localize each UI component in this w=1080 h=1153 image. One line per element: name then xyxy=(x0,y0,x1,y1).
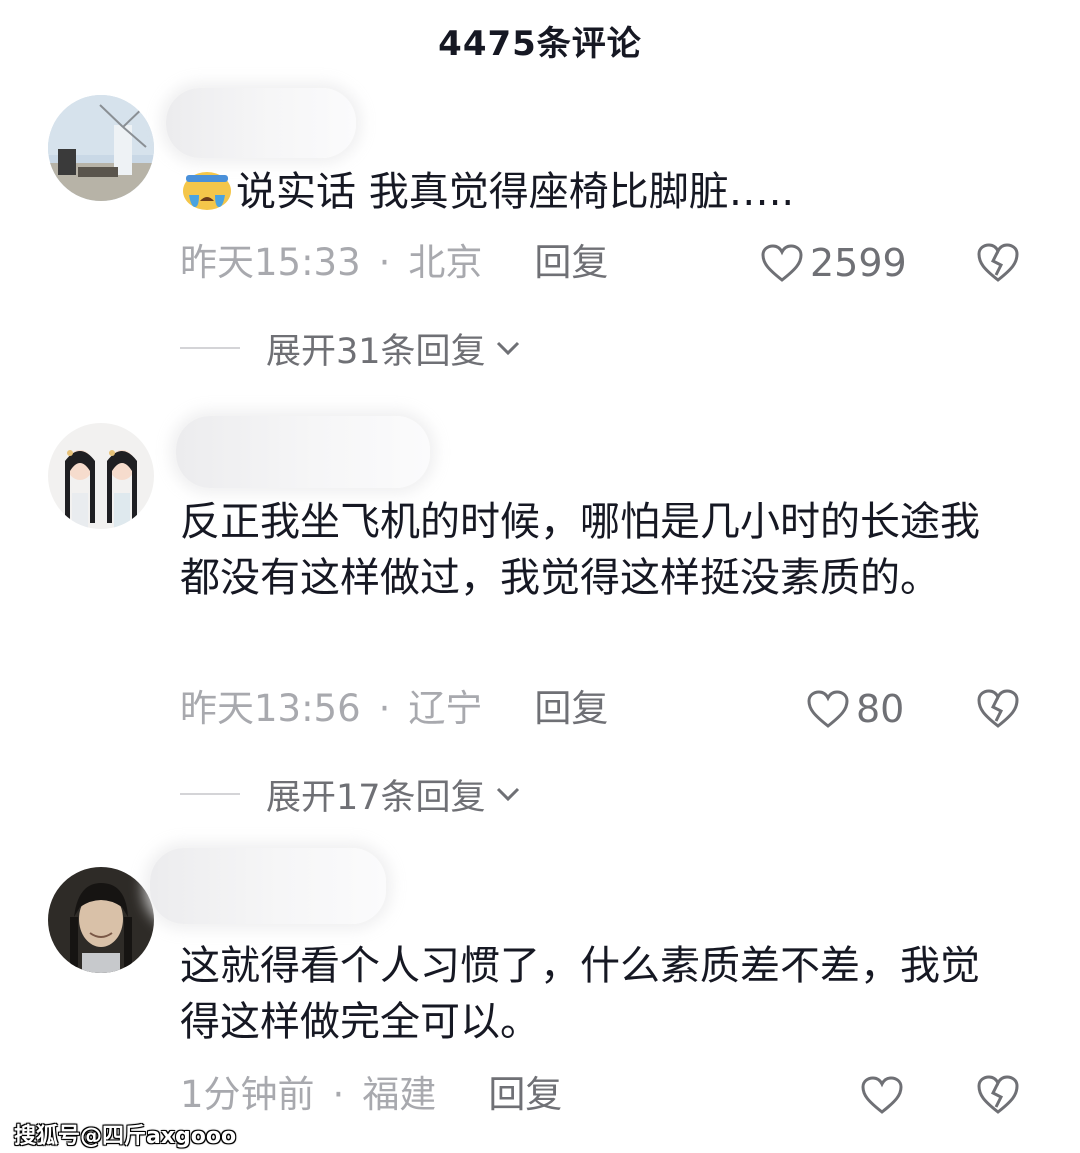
comment-time: 昨天15:33 xyxy=(180,241,361,284)
comment-text: 反正我坐飞机的时候，哪怕是几小时的长途我都没有这样做过，我觉得这样挺没素质的。 xyxy=(180,499,980,601)
heart-outline-icon xyxy=(861,1076,903,1114)
crying-face-emoji xyxy=(180,167,234,211)
expand-replies-button[interactable]: 展开31条回复 xyxy=(180,323,522,373)
chevron-down-icon xyxy=(496,341,519,356)
comment-meta: 昨天15:33 · 北京 回复 xyxy=(180,241,609,284)
comment-text: 说实话 我真觉得座椅比脚脏….. xyxy=(180,164,1040,220)
like-button[interactable]: 2599 xyxy=(760,238,907,288)
expand-replies-button[interactable]: 展开17条回复 xyxy=(180,769,522,819)
username-redacted[interactable] xyxy=(166,88,356,158)
avatar[interactable] xyxy=(48,423,154,529)
comment-time: 昨天13:56 xyxy=(180,687,361,730)
chevron-down-icon xyxy=(496,787,519,802)
avatar[interactable] xyxy=(48,867,154,973)
comment-text: 这就得看个人习惯了，什么素质差不差，我觉得这样做完全可以。 xyxy=(180,943,980,1045)
broken-heart-icon[interactable] xyxy=(976,687,1020,731)
like-count: 80 xyxy=(856,687,905,731)
heart-outline-icon xyxy=(761,244,803,282)
comment-time: 1分钟前 xyxy=(180,1073,315,1116)
comment-meta: 昨天13:56 · 辽宁 回复 xyxy=(180,687,609,730)
username-redacted[interactable] xyxy=(150,848,386,924)
heart-outline-icon xyxy=(807,690,849,728)
reply-button[interactable]: 回复 xyxy=(488,1073,562,1116)
comments-count-title: 4475条评论 xyxy=(438,24,642,64)
reply-button[interactable]: 回复 xyxy=(534,241,608,284)
comment-location: 辽宁 xyxy=(408,687,483,730)
reply-button[interactable]: 回复 xyxy=(534,687,608,730)
avatar[interactable] xyxy=(48,95,154,201)
like-button[interactable]: 80 xyxy=(806,684,904,734)
like-count: 2599 xyxy=(810,241,907,285)
comment-location: 北京 xyxy=(408,241,483,284)
divider xyxy=(180,347,240,349)
comment-location: 福建 xyxy=(362,1073,437,1116)
username-redacted[interactable] xyxy=(176,416,430,488)
like-button[interactable] xyxy=(860,1070,910,1120)
broken-heart-icon[interactable] xyxy=(976,241,1020,285)
watermark-text: 搜狐号@四斤axgooo xyxy=(14,1124,237,1149)
divider xyxy=(180,793,240,795)
comment-meta: 1分钟前 · 福建 回复 xyxy=(180,1073,563,1116)
broken-heart-icon[interactable] xyxy=(976,1073,1020,1117)
